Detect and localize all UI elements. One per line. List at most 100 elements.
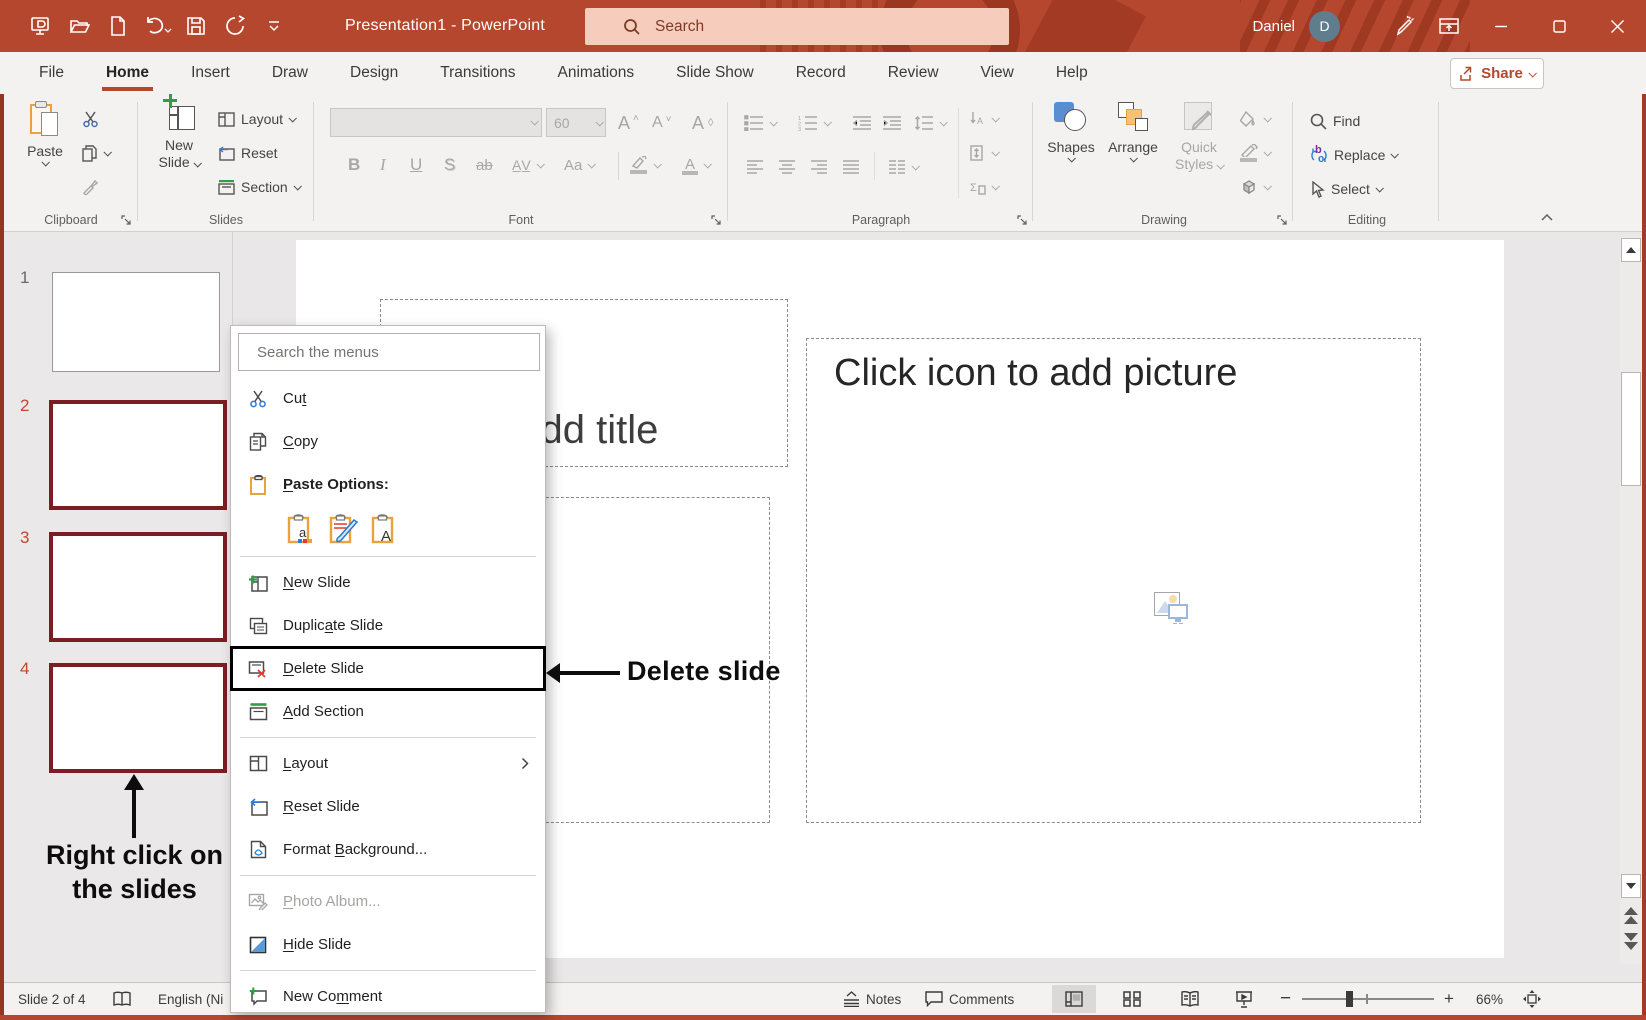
chevron-down-icon	[293, 182, 301, 190]
zoom-out-button[interactable]: −	[1280, 983, 1291, 1015]
zoom-level[interactable]: 66%	[1476, 983, 1503, 1015]
zoom-in-button[interactable]: +	[1444, 983, 1454, 1015]
accessibility-checker-button[interactable]	[112, 983, 132, 1015]
chevron-down-icon	[1263, 182, 1271, 190]
zoom-slider-thumb[interactable]	[1346, 991, 1353, 1007]
new-slide-button[interactable]: New Slide	[150, 102, 208, 171]
menu-item-layout[interactable]: Layout	[231, 742, 545, 785]
bold-button: B	[348, 152, 360, 178]
collapse-ribbon-button[interactable]	[1540, 212, 1554, 222]
font-dialog-launcher[interactable]	[711, 215, 722, 226]
paste-keep-text-only-button[interactable]: A	[371, 514, 398, 544]
cut-button[interactable]	[82, 106, 99, 132]
reading-view-button[interactable]	[1168, 985, 1212, 1013]
paste-keep-source-formatting-button[interactable]: a	[287, 514, 314, 544]
picture-placeholder[interactable]	[806, 338, 1421, 823]
slide-thumbnail-1[interactable]	[52, 272, 220, 372]
find-icon	[1310, 113, 1327, 130]
font-group-label: Font	[316, 213, 726, 227]
tab-review[interactable]: Review	[867, 52, 960, 94]
zoom-slider[interactable]	[1302, 983, 1434, 1015]
clipboard-dialog-launcher[interactable]	[121, 215, 132, 226]
layout-button[interactable]: Layout	[218, 106, 295, 132]
menu-item-new-comment[interactable]: New Comment	[231, 975, 545, 1018]
ink-pen-icon[interactable]	[1380, 0, 1426, 52]
menu-item-delete-slide[interactable]: Delete Slide	[231, 647, 545, 690]
notes-icon	[843, 991, 860, 1007]
select-button[interactable]: Select	[1310, 176, 1382, 202]
tab-file[interactable]: File	[18, 52, 85, 94]
menu-item-hide-slide[interactable]: Hide Slide	[231, 923, 545, 966]
tab-view[interactable]: View	[960, 52, 1035, 94]
language-indicator[interactable]: English (Ni	[158, 983, 223, 1015]
normal-view-button[interactable]	[1052, 985, 1096, 1013]
tab-help[interactable]: Help	[1035, 52, 1109, 94]
slide-thumbnail-4[interactable]	[49, 663, 227, 773]
tab-insert[interactable]: Insert	[170, 52, 251, 94]
menu-item-cut[interactable]: Cut	[231, 377, 545, 420]
search-box[interactable]: Search	[585, 8, 1009, 45]
menu-item-format-background[interactable]: Format Background...	[231, 828, 545, 871]
section-button[interactable]: Section	[218, 174, 300, 200]
increase-font-size-button: A˄	[618, 110, 639, 136]
slide-thumbnail-3[interactable]	[49, 532, 227, 642]
avatar[interactable]: D	[1309, 11, 1340, 42]
user-name[interactable]: Daniel	[1252, 18, 1295, 35]
menu-search-input[interactable]	[238, 333, 540, 371]
close-button[interactable]	[1588, 0, 1646, 52]
insert-picture-icon[interactable]	[1154, 592, 1190, 624]
scroll-down-button[interactable]	[1621, 874, 1641, 898]
share-button[interactable]: Share	[1450, 58, 1544, 89]
shapes-button[interactable]: Shapes	[1042, 102, 1100, 162]
new-file-icon[interactable]	[102, 10, 134, 42]
reset-button[interactable]: Reset	[218, 140, 278, 166]
find-button[interactable]: Find	[1310, 108, 1360, 134]
ribbon-display-options-icon[interactable]	[1426, 0, 1472, 52]
text-direction-button: A	[970, 106, 998, 132]
save-icon[interactable]	[180, 10, 212, 42]
minimize-button[interactable]	[1472, 0, 1530, 52]
tab-record[interactable]: Record	[775, 52, 867, 94]
paste-button[interactable]: Paste	[18, 102, 72, 166]
slide-thumbnail-2[interactable]	[49, 400, 227, 510]
tab-slide-show[interactable]: Slide Show	[655, 52, 775, 94]
tab-transitions[interactable]: Transitions	[419, 52, 536, 94]
powerpoint-app-icon[interactable]	[24, 10, 56, 42]
arrange-button[interactable]: Arrange	[1102, 102, 1164, 162]
scrollbar-thumb[interactable]	[1621, 372, 1641, 486]
comments-button[interactable]: Comments	[925, 983, 1014, 1015]
next-slide-button[interactable]	[1623, 930, 1639, 952]
replace-button[interactable]: b c Replace	[1310, 142, 1397, 168]
menu-item-copy[interactable]: Copy	[231, 420, 545, 463]
menu-item-add-section[interactable]: Add Section	[231, 690, 545, 733]
menu-item-paste-options[interactable]: Paste Options:	[231, 463, 545, 506]
title-bar: Presentation1 - PowerPoint Search Daniel…	[0, 0, 1646, 52]
scroll-up-button[interactable]	[1621, 238, 1641, 262]
maximize-button[interactable]	[1530, 0, 1588, 52]
copy-button[interactable]	[82, 140, 110, 166]
menu-item-duplicate-slide[interactable]: Duplicate Slide	[231, 604, 545, 647]
quick-styles-label-2: Styles	[1175, 156, 1213, 172]
paste-picture-button[interactable]	[329, 514, 356, 544]
vertical-scrollbar[interactable]	[1620, 236, 1642, 964]
menu-item-reset-slide[interactable]: Reset Slide	[231, 785, 545, 828]
slideshow-view-button[interactable]	[1222, 985, 1266, 1013]
previous-slide-button[interactable]	[1623, 904, 1639, 926]
paragraph-dialog-launcher[interactable]	[1017, 215, 1028, 226]
tab-draw[interactable]: Draw	[251, 52, 329, 94]
menu-item-label: Copy	[283, 433, 318, 450]
customize-quick-access-icon[interactable]	[258, 10, 290, 42]
open-file-icon[interactable]	[63, 10, 95, 42]
drawing-dialog-launcher[interactable]	[1277, 215, 1288, 226]
redo-icon[interactable]	[219, 10, 251, 42]
slide-sorter-view-button[interactable]	[1110, 985, 1154, 1013]
notes-button[interactable]: Notes	[843, 983, 901, 1015]
tab-home[interactable]: Home	[85, 52, 170, 94]
align-left-button	[746, 154, 764, 180]
undo-icon[interactable]	[141, 10, 173, 42]
menu-item-new-slide[interactable]: New Slide	[231, 561, 545, 604]
tab-animations[interactable]: Animations	[536, 52, 655, 94]
fit-slide-to-window-button[interactable]	[1522, 983, 1542, 1015]
menu-item-label: New Slide	[283, 574, 351, 591]
tab-design[interactable]: Design	[329, 52, 419, 94]
